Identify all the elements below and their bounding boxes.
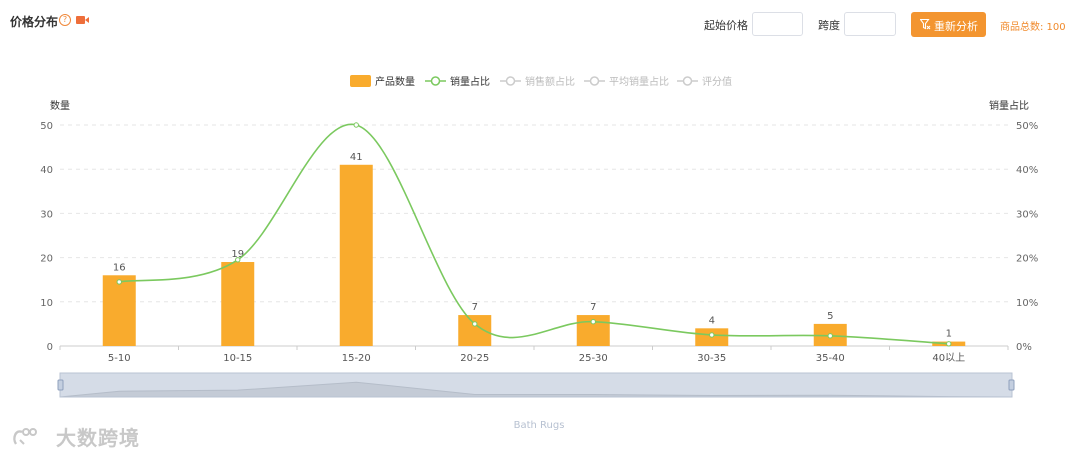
legend-label-3: 平均销量占比 <box>609 75 669 88</box>
chart-axes: 0 10 20 30 40 50 0% 10% 20% 30% 40% 50% 数量 销量占比 5-10 10… <box>40 99 1038 364</box>
x-tick-label: 30-35 <box>697 353 726 364</box>
legend-label-0: 产品数量 <box>375 75 415 88</box>
y-left-tick-label: 20 <box>40 254 53 265</box>
legend-marker-1 <box>430 76 441 86</box>
bar <box>458 315 492 346</box>
line-point <box>235 257 241 263</box>
x-tick-label: 40以上 <box>932 352 965 364</box>
watermark-logo <box>13 428 37 445</box>
x-tick-label: 20-25 <box>460 353 489 364</box>
legend-marker-4 <box>682 76 693 86</box>
y-left-tick-label: 30 <box>40 209 53 220</box>
line-point <box>472 321 478 327</box>
x-tick-label: 10-15 <box>223 353 252 364</box>
y-right-axis-title: 销量占比 <box>989 99 1029 112</box>
start-price-label: 起始价格 <box>704 19 748 32</box>
line-point <box>116 279 122 285</box>
start-price-input[interactable] <box>752 12 803 36</box>
bar-series: 1619417 74 51 <box>102 152 966 346</box>
bar <box>221 262 255 346</box>
y-left-tick-label: 0 <box>47 342 53 353</box>
y-left-tick-label: 50 <box>40 121 53 132</box>
x-tick-label: 5-10 <box>108 353 131 364</box>
bar-data-label: 5 <box>827 311 833 322</box>
bar <box>102 275 136 346</box>
watermark-text: 大数跨境 <box>56 426 140 450</box>
y-right-tick-label: 0% <box>1016 342 1032 353</box>
bar-data-label: 7 <box>472 302 478 313</box>
legend-marker-2 <box>505 76 516 86</box>
reanalyze-label: 重新分析 <box>934 21 978 33</box>
y-right-tick-label: 40% <box>1016 165 1038 176</box>
line-point <box>709 332 715 338</box>
zoom-handle-right <box>1008 379 1015 391</box>
data-zoom[interactable]: Bath Rugs <box>57 372 1015 431</box>
y-right-tick-label: 30% <box>1016 209 1038 220</box>
y-left-tick-label: 10 <box>40 298 53 309</box>
legend-label-4: 评分值 <box>702 75 732 88</box>
zoom-series-label: Bath Rugs <box>514 420 565 431</box>
x-tick-label: 35-40 <box>816 353 845 364</box>
x-tick-label: 15-20 <box>342 353 371 364</box>
line-point <box>827 333 833 339</box>
chart-legend: 产品数量 销量占比 销售额占比 平均销量占比 评分值 <box>350 75 732 88</box>
y-right-tick-label: 10% <box>1016 298 1038 309</box>
video-camera-icon[interactable] <box>76 16 89 24</box>
bar <box>339 164 373 346</box>
product-total: 商品总数: 100 <box>1000 22 1066 33</box>
legend-label-2: 销售额占比 <box>525 75 575 88</box>
span-input[interactable] <box>844 12 896 36</box>
y-left-axis-title: 数量 <box>50 99 70 112</box>
line-point <box>353 122 359 128</box>
legend-marker-3 <box>589 76 600 86</box>
legend-swatch-0 <box>350 75 371 87</box>
question-circle-icon[interactable]: ? <box>59 14 71 26</box>
y-right-tick-label: 20% <box>1016 254 1038 265</box>
page-title: 价格分布 <box>10 15 59 29</box>
bar-data-label: 1 <box>946 329 952 340</box>
zoom-handle-left <box>57 379 64 391</box>
price-distribution-chart: 产品数量 销量占比 销售额占比 平均销量占比 评分值 010203040500%10%2… <box>40 75 1038 431</box>
bar-data-label: 16 <box>113 262 126 273</box>
y-left-tick-label: 40 <box>40 165 53 176</box>
y-right-tick-label: 50% <box>1016 121 1038 132</box>
span-label: 跨度 <box>818 19 840 32</box>
filter-icon <box>920 19 931 30</box>
chart-header: 价格分布 ? 起始价格 跨度 重新分析 商品总数: 100 <box>0 0 1080 50</box>
line-point <box>590 318 596 325</box>
bar-data-label: 41 <box>350 152 363 163</box>
line-point <box>946 341 952 347</box>
reanalyze-button[interactable]: 重新分析 <box>911 12 986 37</box>
bar-data-label: 7 <box>590 302 596 313</box>
bar-data-label: 4 <box>709 315 715 326</box>
legend-label-1: 销量占比 <box>450 75 490 88</box>
x-tick-label: 25-30 <box>579 353 608 364</box>
